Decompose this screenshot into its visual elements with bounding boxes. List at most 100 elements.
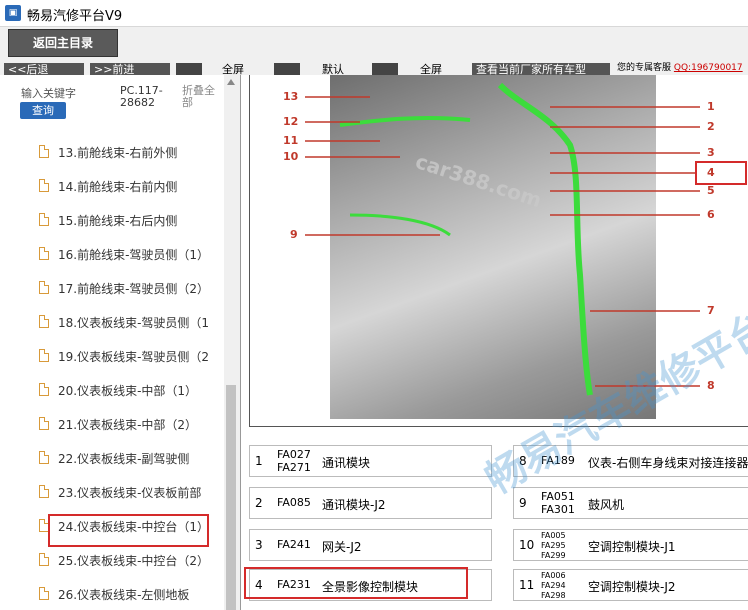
- callout-3: 3: [707, 146, 715, 159]
- part-name: 通讯模块: [322, 456, 371, 470]
- tree-item-label: 19.仪表板线束-驾驶员侧（2: [58, 350, 210, 364]
- callout-1: 1: [707, 100, 715, 113]
- tree-item[interactable]: 25.仪表板线束-中控台（2）: [18, 543, 224, 576]
- qq-link[interactable]: QQ:196790017: [674, 63, 743, 73]
- code-line: FA005: [541, 531, 566, 540]
- document-icon: [39, 451, 49, 464]
- service-label: 您的专属客服: [617, 63, 672, 73]
- search-button[interactable]: 查询: [20, 102, 66, 119]
- tree-item-label: 22.仪表板线束-副驾驶侧: [58, 452, 190, 466]
- part-name: 仪表-右侧车身线束对接连接器: [588, 456, 748, 470]
- selected-part-highlight: [244, 567, 468, 599]
- part-code: FA085: [277, 496, 311, 509]
- document-icon: [39, 553, 49, 566]
- toolbar: 返回主目录 <<后退 >>前进 全屏 默认 全屏 查看当前厂家所有车型 您的专属…: [0, 27, 748, 75]
- part-code: FA241: [277, 538, 311, 551]
- table-row: 11 FA006 FA294 FA298 空调控制模块-J2: [513, 569, 748, 601]
- tree-item[interactable]: 15.前舱线束-右后内侧: [18, 203, 224, 236]
- part-code: FA027 FA271: [277, 448, 311, 474]
- tree-item-selected[interactable]: 22.仪表板线束-副驾驶侧: [18, 441, 224, 474]
- tree-item[interactable]: 17.前舱线束-驾驶员侧（2）: [18, 271, 224, 304]
- tree-item-label: 18.仪表板线束-驾驶员侧（1: [58, 316, 210, 330]
- all-models-button[interactable]: 查看当前厂家所有车型: [472, 63, 610, 75]
- harness-line: [349, 213, 451, 237]
- tree-item[interactable]: 26.仪表板线束-左侧地板: [18, 577, 224, 610]
- document-icon: [39, 315, 49, 328]
- document-icon: [39, 349, 49, 362]
- tree-item[interactable]: 23.仪表板线束-仪表板前部: [18, 475, 224, 508]
- tree-item-label: 16.前舱线束-驾驶员侧（1）: [58, 248, 210, 262]
- document-icon: [39, 281, 49, 294]
- sidebar: 输入关键字 PC.117-28682 折叠全部 查询 13.前舱线束-右前外侧 …: [0, 75, 238, 610]
- keyword-input[interactable]: PC.117-28682: [120, 85, 178, 109]
- table-row: 2 FA085 通讯模块-J2: [249, 487, 492, 519]
- code-line: FA006: [541, 571, 566, 580]
- tree-item[interactable]: 18.仪表板线束-驾驶员侧（1: [18, 305, 224, 338]
- part-name: 鼓风机: [588, 498, 625, 512]
- document-icon: [39, 587, 49, 600]
- app-logo-icon: ▣: [5, 5, 21, 21]
- callout-5: 5: [707, 184, 715, 197]
- sidebar-scrollbar[interactable]: [224, 75, 238, 610]
- callout-4: 4: [707, 166, 715, 179]
- toolbar-box-1[interactable]: [176, 63, 202, 75]
- toolbar-box-2[interactable]: [274, 63, 300, 75]
- tree-item-label: 20.仪表板线束-中部（1）: [58, 384, 198, 398]
- collapse-all-button[interactable]: 折叠全部: [182, 85, 220, 109]
- code-line: FA241: [277, 538, 311, 551]
- home-button[interactable]: 返回主目录: [8, 29, 118, 57]
- tree-item[interactable]: 19.仪表板线束-驾驶员侧（2: [18, 339, 224, 372]
- tree-item-label: 14.前舱线束-右前内侧: [58, 180, 178, 194]
- callout-2: 2: [707, 120, 715, 133]
- callout-highlight: [695, 161, 747, 185]
- part-name: 网关-J2: [322, 540, 362, 554]
- callout-11: 11: [283, 134, 299, 147]
- tree-item-label: 25.仪表板线束-中控台（2）: [58, 554, 210, 568]
- code-line: FA298: [541, 591, 566, 600]
- default-label: 默认: [322, 63, 344, 75]
- tree-item-label: 13.前舱线束-右前外侧: [58, 146, 178, 160]
- part-num: 1: [255, 454, 263, 468]
- document-icon: [39, 247, 49, 260]
- tree-item-label: 26.仪表板线束-左侧地板: [58, 588, 190, 602]
- document-icon: [39, 417, 49, 430]
- tree-item[interactable]: 20.仪表板线束-中部（1）: [18, 373, 224, 406]
- tree-item[interactable]: 14.前舱线束-右前内侧: [18, 169, 224, 202]
- tree-item[interactable]: 16.前舱线束-驾驶员侧（1）: [18, 237, 224, 270]
- fullscreen-label-2: 全屏: [420, 63, 442, 75]
- code-line: FA027: [277, 448, 311, 461]
- code-line: FA294: [541, 581, 566, 590]
- code-line: FA299: [541, 551, 566, 560]
- tree-item[interactable]: 13.前舱线束-右前外侧: [18, 135, 224, 168]
- selected-item-highlight: [48, 514, 209, 547]
- tree-item-label: 15.前舱线束-右后内侧: [58, 214, 178, 228]
- callout-13: 13: [283, 90, 299, 103]
- callout-6: 6: [707, 208, 715, 221]
- document-icon: [39, 179, 49, 192]
- table-row: 3 FA241 网关-J2: [249, 529, 492, 561]
- code-line: FA295: [541, 541, 566, 550]
- back-button[interactable]: <<后退: [4, 63, 84, 75]
- fullscreen-label: 全屏: [222, 63, 244, 75]
- toolbar-box-3[interactable]: [372, 63, 398, 75]
- content-pane: 13 12 11 10 9 1 2 3 4 5 6 7 8 car388.com…: [240, 75, 748, 610]
- scroll-up-icon[interactable]: [227, 79, 235, 85]
- harness-line: [497, 82, 593, 396]
- part-num: 3: [255, 538, 263, 552]
- part-code: FA051 FA301: [541, 490, 575, 516]
- tree-item[interactable]: 21.仪表板线束-中部（2）: [18, 407, 224, 440]
- window-title: 畅易汽修平台V9: [27, 9, 123, 24]
- callout-9: 9: [290, 228, 298, 241]
- code-line: FA051: [541, 490, 575, 503]
- scrollbar-thumb[interactable]: [226, 385, 236, 610]
- table-row: 10 FA005 FA295 FA299 空调控制模块-J1: [513, 529, 748, 561]
- part-num: 11: [519, 578, 535, 592]
- part-num: 10: [519, 538, 535, 552]
- table-row: 1 FA027 FA271 通讯模块: [249, 445, 492, 477]
- code-line: FA301: [541, 503, 575, 516]
- keyword-label: 输入关键字: [21, 87, 76, 100]
- forward-button[interactable]: >>前进: [90, 63, 170, 75]
- document-icon: [39, 383, 49, 396]
- part-name: 空调控制模块-J1: [588, 540, 676, 554]
- part-num: 9: [519, 496, 527, 510]
